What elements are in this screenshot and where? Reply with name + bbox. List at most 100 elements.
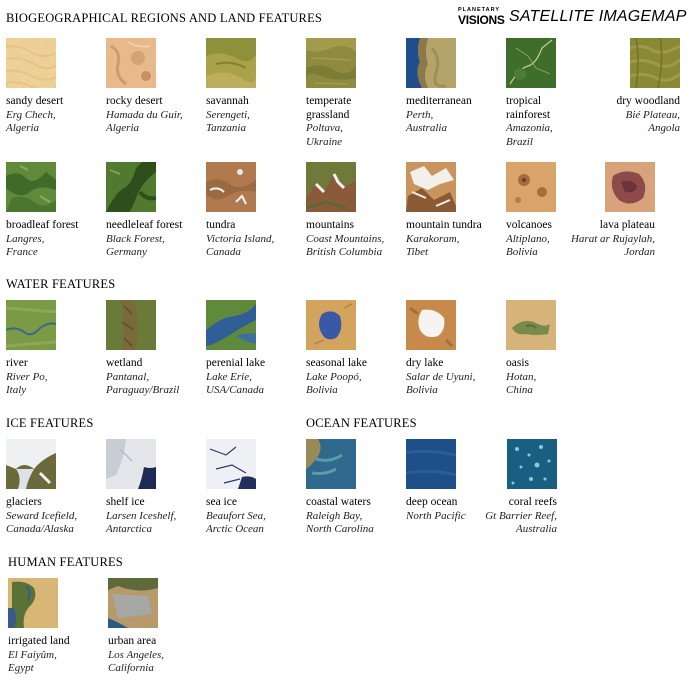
feature-location: Gt Barrier Reef, Australia bbox=[485, 509, 557, 536]
feature-name: seasonal lake bbox=[306, 357, 367, 369]
mountains-thumbnail[interactable] bbox=[306, 162, 356, 212]
feature-location: Serengeti, Tanzania bbox=[206, 108, 250, 135]
feature-location: Victoria Island, Canada bbox=[206, 232, 275, 259]
feature-coral-reefs[interactable]: coral reefs Gt Barrier Reef, Australia bbox=[461, 439, 557, 537]
dry-woodland-thumbnail[interactable] bbox=[630, 38, 680, 88]
feature-location: Langres, France bbox=[6, 232, 45, 259]
feature-name: wetland bbox=[106, 357, 143, 369]
coastal-waters-thumbnail[interactable] bbox=[306, 439, 356, 489]
feature-irrigated-land[interactable]: irrigated land El Faiyûm, Egypt bbox=[8, 578, 104, 676]
tundra-thumbnail[interactable] bbox=[206, 162, 256, 212]
feature-mountain-tundra[interactable]: mountain tundra Karakoram, Tibet bbox=[406, 162, 502, 260]
feature-name: rocky desert bbox=[106, 95, 163, 107]
feature-lava-plateau[interactable]: lava plateau Harat ar Rujaylah, Jordan bbox=[559, 162, 655, 260]
feature-tundra[interactable]: tundra Victoria Island, Canada bbox=[206, 162, 302, 260]
savannah-thumbnail[interactable] bbox=[206, 38, 256, 88]
feature-name: tundra bbox=[206, 219, 236, 231]
feature-location: Seward Icefield, Canada/Alaska bbox=[6, 509, 78, 536]
feature-name: glaciers bbox=[6, 496, 42, 508]
feature-savannah[interactable]: savannah Serengeti, Tanzania bbox=[206, 38, 302, 136]
feature-name: coral reefs bbox=[508, 496, 557, 508]
wetland-thumbnail[interactable] bbox=[106, 300, 156, 350]
feature-river[interactable]: river River Po, Italy bbox=[6, 300, 102, 398]
feature-location: Lake Erie, USA/Canada bbox=[206, 370, 265, 397]
feature-temperate-grassland[interactable]: temperate grassland Poltava, Ukraine bbox=[306, 38, 402, 149]
feature-location: River Po, Italy bbox=[6, 370, 48, 397]
feature-location: Perth, Australia bbox=[406, 108, 447, 135]
feature-name: needleleaf forest bbox=[106, 219, 183, 231]
feature-rocky-desert[interactable]: rocky desert Hamada du Guir, Algeria bbox=[106, 38, 202, 136]
feature-location: Poltava, Ukraine bbox=[306, 122, 343, 148]
feature-name: dry woodland bbox=[616, 95, 680, 107]
feature-name: perenial lake bbox=[206, 357, 266, 369]
deep-ocean-thumbnail[interactable] bbox=[406, 439, 456, 489]
perenial-lake-thumbnail[interactable] bbox=[206, 300, 256, 350]
urban-area-thumbnail[interactable] bbox=[108, 578, 158, 628]
feature-broadleaf-forest[interactable]: broadleaf forest Langres, France bbox=[6, 162, 102, 260]
feature-location: Beaufort Sea, Arctic Ocean bbox=[206, 509, 266, 536]
needleleaf-forest-thumbnail[interactable] bbox=[106, 162, 156, 212]
feature-name: sea ice bbox=[206, 496, 237, 508]
feature-location: Raleigh Bay, North Carolina bbox=[306, 509, 374, 536]
feature-location: Hamada du Guir, Algeria bbox=[106, 108, 183, 135]
feature-sandy-desert[interactable]: sandy desert Erg Chech, Algeria bbox=[6, 38, 102, 136]
rocky-desert-thumbnail[interactable] bbox=[106, 38, 156, 88]
river-thumbnail[interactable] bbox=[6, 300, 56, 350]
feature-dry-woodland[interactable]: dry woodland Bié Plateau, Angola bbox=[584, 38, 680, 136]
feature-seasonal-lake[interactable]: seasonal lake Lake Poopó, Bolivia bbox=[306, 300, 402, 398]
volcanoes-thumbnail[interactable] bbox=[506, 162, 556, 212]
feature-name: irrigated land bbox=[8, 635, 70, 647]
glaciers-thumbnail[interactable] bbox=[6, 439, 56, 489]
feature-location: Lake Poopó, Bolivia bbox=[306, 370, 362, 397]
seasonal-lake-thumbnail[interactable] bbox=[306, 300, 356, 350]
temperate-grassland-thumbnail[interactable] bbox=[306, 38, 356, 88]
sea-ice-thumbnail[interactable] bbox=[206, 439, 256, 489]
section-ice-features: ICE FEATURES bbox=[6, 416, 94, 430]
feature-name: coastal waters bbox=[306, 496, 371, 508]
feature-location: Salar de Uyuni, Bolivia bbox=[406, 370, 476, 397]
oasis-thumbnail[interactable] bbox=[506, 300, 556, 350]
coral-reefs-thumbnail[interactable] bbox=[507, 439, 557, 489]
mountain-tundra-thumbnail[interactable] bbox=[406, 162, 456, 212]
sandy-desert-thumbnail[interactable] bbox=[6, 38, 56, 88]
logo-satellite-imagemap: SATELLITE IMAGEMAP bbox=[509, 8, 687, 25]
feature-location: Erg Chech, Algeria bbox=[6, 108, 56, 135]
feature-wetland[interactable]: wetland Pantanal, Paraguay/Brazil bbox=[106, 300, 202, 398]
feature-name: oasis bbox=[506, 357, 529, 369]
feature-location: Coast Mountains, British Columbia bbox=[306, 232, 385, 259]
feature-oasis[interactable]: oasis Hotan, China bbox=[506, 300, 602, 398]
shelf-ice-thumbnail[interactable] bbox=[106, 439, 156, 489]
feature-name: mediterranean bbox=[406, 95, 472, 107]
section-human-features: HUMAN FEATURES bbox=[8, 555, 123, 569]
feature-needleleaf-forest[interactable]: needleleaf forest Black Forest, Germany bbox=[106, 162, 202, 260]
planetary-visions-logo: PLANETARY VISIONS SATELLITE IMAGEMAP bbox=[458, 6, 694, 30]
feature-name: sandy desert bbox=[6, 95, 64, 107]
section-ocean-features: OCEAN FEATURES bbox=[306, 416, 417, 430]
feature-name: temperate grassland bbox=[306, 95, 352, 121]
feature-mediterranean[interactable]: mediterranean Perth, Australia bbox=[406, 38, 502, 136]
irrigated-land-thumbnail[interactable] bbox=[8, 578, 58, 628]
feature-coastal-waters[interactable]: coastal waters Raleigh Bay, North Caroli… bbox=[306, 439, 402, 537]
lava-plateau-thumbnail[interactable] bbox=[605, 162, 655, 212]
feature-location: Larsen Iceshelf, Antarctica bbox=[106, 509, 177, 536]
feature-name: mountain tundra bbox=[406, 219, 482, 231]
mediterranean-thumbnail[interactable] bbox=[406, 38, 456, 88]
logo-visions: VISIONS bbox=[458, 13, 505, 27]
feature-location: Bié Plateau, Angola bbox=[625, 108, 680, 135]
dry-lake-thumbnail[interactable] bbox=[406, 300, 456, 350]
feature-glaciers[interactable]: glaciers Seward Icefield, Canada/Alaska bbox=[6, 439, 102, 537]
feature-name: savannah bbox=[206, 95, 249, 107]
tropical-rainforest-thumbnail[interactable] bbox=[506, 38, 556, 88]
feature-mountains[interactable]: mountains Coast Mountains, British Colum… bbox=[306, 162, 402, 260]
feature-location: Pantanal, Paraguay/Brazil bbox=[106, 370, 180, 397]
feature-name: lava plateau bbox=[599, 219, 655, 231]
feature-dry-lake[interactable]: dry lake Salar de Uyuni, Bolivia bbox=[406, 300, 502, 398]
feature-name: shelf ice bbox=[106, 496, 145, 508]
feature-perenial-lake[interactable]: perenial lake Lake Erie, USA/Canada bbox=[206, 300, 302, 398]
feature-location: Karakoram, Tibet bbox=[406, 232, 460, 259]
broadleaf-forest-thumbnail[interactable] bbox=[6, 162, 56, 212]
feature-shelf-ice[interactable]: shelf ice Larsen Iceshelf, Antarctica bbox=[106, 439, 202, 537]
feature-sea-ice[interactable]: sea ice Beaufort Sea, Arctic Ocean bbox=[206, 439, 302, 537]
feature-urban-area[interactable]: urban area Los Angeles, California bbox=[108, 578, 204, 676]
section-water-features: WATER FEATURES bbox=[6, 277, 116, 291]
